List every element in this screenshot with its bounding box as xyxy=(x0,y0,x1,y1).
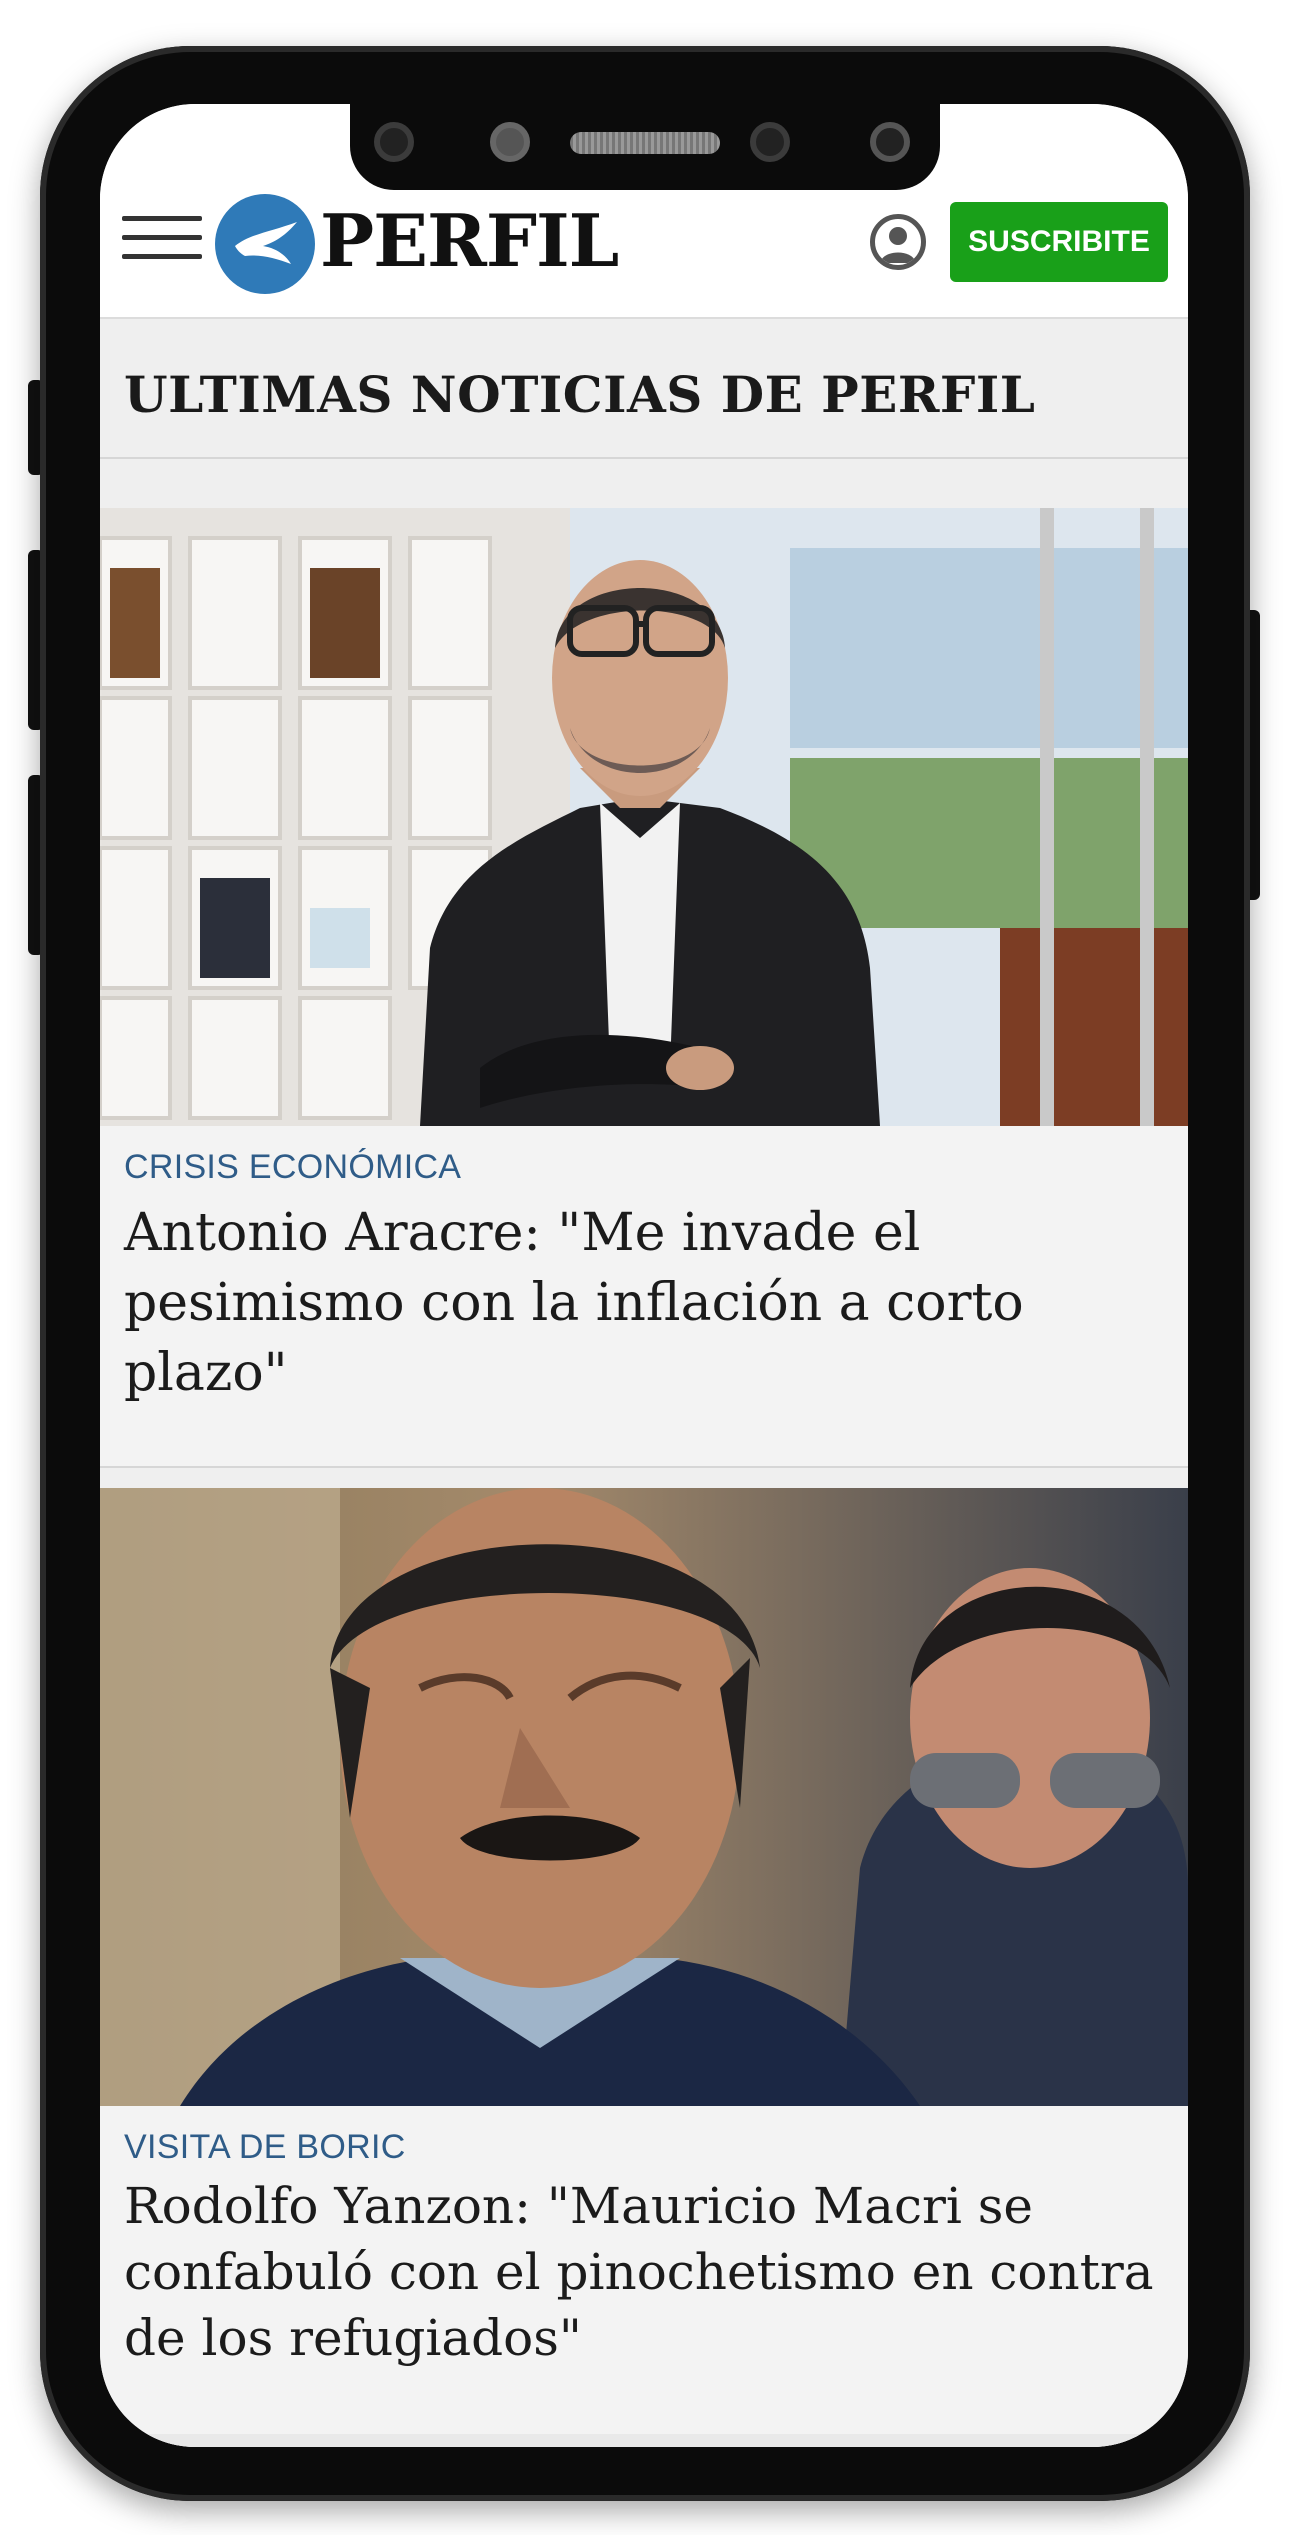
phone-notch xyxy=(350,104,940,190)
article-photo[interactable] xyxy=(100,1488,1188,2106)
next-article-peek xyxy=(100,2434,1188,2447)
front-camera xyxy=(750,122,790,162)
sensor-dot xyxy=(490,122,530,162)
article-photo[interactable] xyxy=(100,508,1188,1126)
bird-logo-icon[interactable] xyxy=(215,194,315,294)
article-headline[interactable]: Antonio Aracre: "Me invade el pesimismo … xyxy=(124,1198,1154,1408)
hamburger-menu-icon[interactable] xyxy=(122,216,202,266)
site-logo-text[interactable]: PERFIL xyxy=(320,198,619,283)
subscribe-button[interactable]: SUSCRIBITE xyxy=(950,202,1168,282)
user-account-icon[interactable] xyxy=(870,214,926,270)
phone-screen: PERFIL SUSCRIBITE ULTIMAS NOTICIAS DE PE… xyxy=(100,104,1188,2447)
news-card[interactable]: VISITA DE BORIC Rodolfo Yanzon: "Maurici… xyxy=(100,1488,1188,2447)
article-category[interactable]: CRISIS ECONÓMICA xyxy=(124,1148,461,1187)
sensor-dot xyxy=(374,122,414,162)
news-card[interactable]: CRISIS ECONÓMICA Antonio Aracre: "Me inv… xyxy=(100,508,1188,1468)
earpiece-speaker xyxy=(570,132,720,154)
article-category[interactable]: VISITA DE BORIC xyxy=(124,2128,406,2167)
article-headline[interactable]: Rodolfo Yanzon: "Mauricio Macri se confa… xyxy=(124,2173,1154,2371)
section-title: ULTIMAS NOTICIAS DE PERFIL xyxy=(100,329,1188,459)
sensor-dot xyxy=(870,122,910,162)
